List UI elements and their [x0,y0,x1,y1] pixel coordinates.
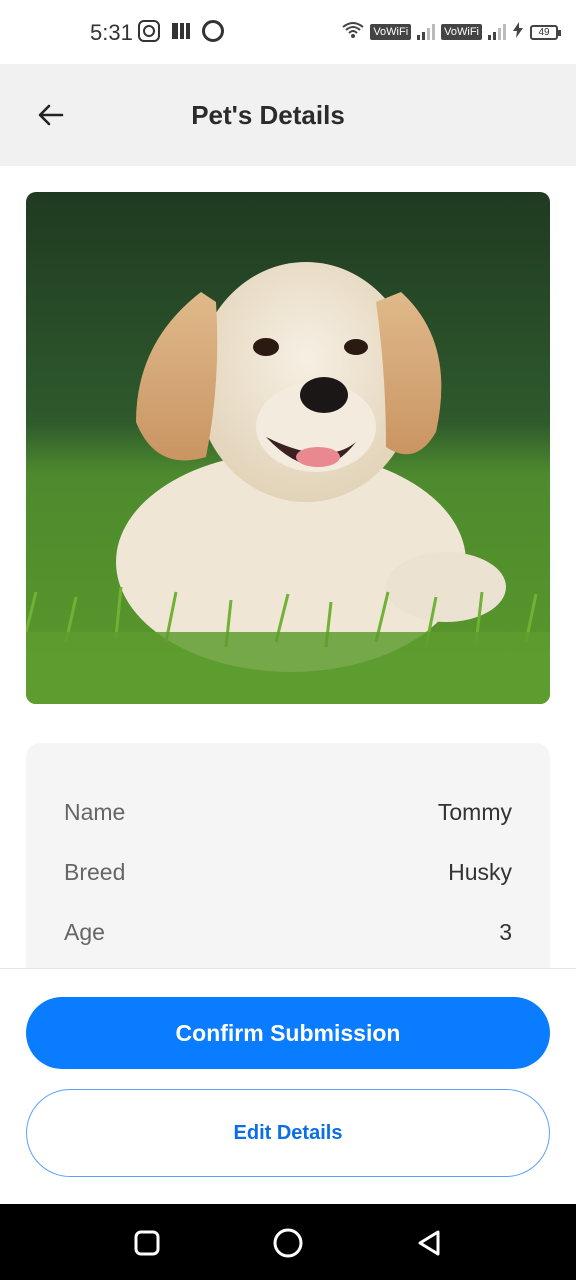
detail-value: Husky [448,858,512,885]
edit-details-button[interactable]: Edit Details [26,1089,550,1177]
pet-photo [26,192,550,704]
at-sign-icon [202,20,224,42]
home-button[interactable] [271,1226,305,1260]
signal-bars-icon [417,24,436,40]
app-bar: Pet's Details [0,64,576,166]
detail-row-name: Name Tommy [64,792,512,832]
detail-label: Name [64,798,126,825]
detail-value: 3 [499,918,512,945]
triangle-back-icon [418,1230,440,1256]
pet-details-card: Name Tommy Breed Husky Age 3 [26,743,550,983]
vowifi-badge: VoWiFi [370,24,412,40]
detail-label: Age [64,918,105,945]
circle-icon [273,1228,303,1258]
charging-icon [512,21,524,43]
system-nav-bar [0,1204,576,1280]
battery-icon: 49 [530,24,561,40]
signal-bars-icon-2 [488,24,506,40]
app-notification-icon [170,20,192,42]
detail-value: Tommy [437,798,512,825]
wifi-icon [342,21,364,44]
bottom-actions: Confirm Submission Edit Details [0,968,576,1204]
status-indicators: VoWiFi VoWiFi 49 [342,20,561,44]
detail-row-breed: Breed Husky [64,852,512,892]
detail-label: Breed [64,858,126,885]
status-time: 5:31 [90,20,133,45]
back-nav-button[interactable] [412,1226,446,1260]
square-icon [134,1230,160,1256]
detail-row-age: Age 3 [64,912,512,952]
recents-button[interactable] [130,1226,164,1260]
status-bar: 5:31 VoWiFi VoWiFi 49 [0,0,576,64]
confirm-submission-button[interactable]: Confirm Submission [26,997,550,1069]
vowifi-badge-2: VoWiFi [441,24,482,40]
page-title: Pet's Details [191,100,345,130]
instagram-icon [138,20,160,42]
